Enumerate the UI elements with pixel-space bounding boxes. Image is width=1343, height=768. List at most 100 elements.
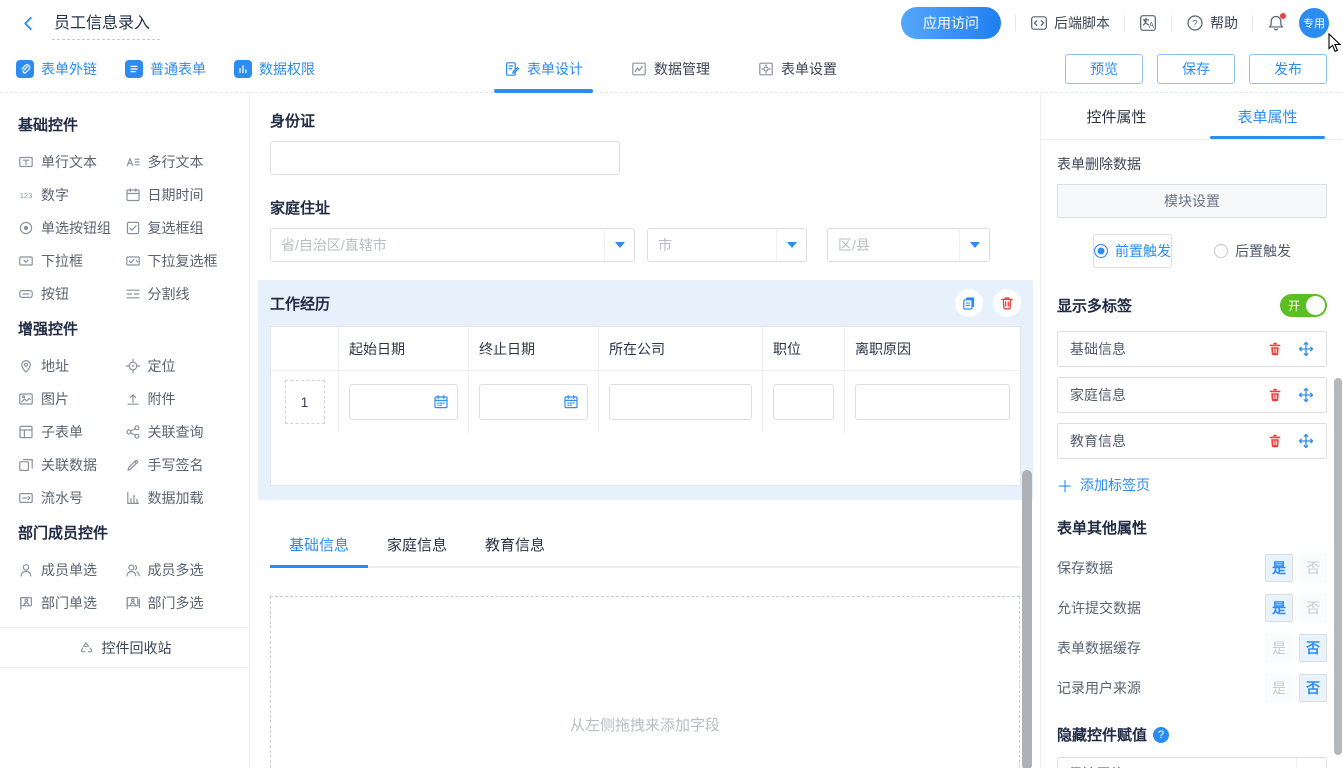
copy-button[interactable]	[955, 289, 983, 317]
widget-item-member-multi[interactable]: 成员多选	[125, 553, 232, 586]
radio-后置触发[interactable]: 后置触发	[1214, 234, 1291, 268]
help-question-icon[interactable]: ?	[1153, 727, 1169, 743]
form-external-link-button[interactable]: 表单外链	[16, 59, 97, 79]
move-icon[interactable]	[1298, 433, 1314, 449]
language-button[interactable]: A	[1139, 14, 1157, 32]
publish-button[interactable]: 发布	[1249, 54, 1327, 84]
tab-form-design[interactable]: 表单设计	[500, 46, 587, 93]
tab-config-item[interactable]: 基础信息	[1057, 331, 1327, 367]
sidebar-group-title: 基础控件	[18, 114, 231, 135]
yes-button[interactable]: 是	[1265, 674, 1293, 702]
delete-button[interactable]	[993, 289, 1021, 317]
hidden-assign-select[interactable]: 保持原值	[1057, 757, 1327, 768]
widget-item-datetime[interactable]: 日期时间	[125, 178, 232, 211]
widget-item-member-single[interactable]: 成员单选	[18, 553, 125, 586]
widget-item-locate[interactable]: 定位	[125, 349, 232, 382]
avatar[interactable]: 专用	[1299, 8, 1329, 38]
position-input[interactable]	[773, 384, 834, 420]
widget-item-dept-single[interactable]: 部门单选	[18, 586, 125, 619]
trash-icon[interactable]	[1267, 341, 1283, 357]
widget-item-dept-multi[interactable]: 部门多选	[125, 586, 232, 619]
widget-item-rel-data[interactable]: 关联数据	[18, 448, 125, 481]
notifications-button[interactable]	[1267, 14, 1285, 32]
no-button[interactable]: 否	[1299, 674, 1327, 702]
company-input[interactable]	[609, 384, 752, 420]
data-permission-button[interactable]: 数据权限	[234, 59, 315, 79]
id-card-input[interactable]	[270, 141, 620, 175]
widget-item-rel-query[interactable]: 关联查询	[125, 415, 232, 448]
tab-form-properties[interactable]: 表单属性	[1192, 94, 1343, 139]
no-button[interactable]: 否	[1299, 594, 1327, 622]
tab-form-settings[interactable]: 表单设置	[754, 46, 841, 93]
field-home-address[interactable]: 家庭住址 省/自治区/直辖市 市 区/县	[270, 197, 1020, 262]
no-button[interactable]: 否	[1299, 554, 1327, 582]
tab-data-management[interactable]: 数据管理	[627, 46, 714, 93]
no-button[interactable]: 否	[1299, 634, 1327, 662]
widget-item-address[interactable]: 地址	[18, 349, 125, 382]
province-select[interactable]: 省/自治区/直辖市	[270, 228, 635, 262]
widget-item-subform[interactable]: 子表单	[18, 415, 125, 448]
subform-header-row: 起始日期终止日期所在公司职位离职原因	[271, 327, 1020, 371]
tab-widget-properties[interactable]: 控件属性	[1041, 94, 1192, 139]
trash-icon[interactable]	[1267, 433, 1283, 449]
normal-form-button[interactable]: 普通表单	[125, 59, 206, 79]
city-select[interactable]: 市	[647, 228, 807, 262]
save-button[interactable]: 保存	[1157, 54, 1235, 84]
preview-button[interactable]: 预览	[1065, 54, 1143, 84]
yes-button[interactable]: 是	[1265, 594, 1293, 622]
widget-item-divider[interactable]: 分割线	[125, 277, 232, 310]
widget-item-signature[interactable]: 手写签名	[125, 448, 232, 481]
widget-item-serial[interactable]: 流水号	[18, 481, 125, 514]
property-row: 允许提交数据 是 否	[1057, 594, 1327, 622]
tab-config-item[interactable]: 家庭信息	[1057, 377, 1327, 413]
trash-icon[interactable]	[1267, 387, 1283, 403]
yes-button[interactable]: 是	[1265, 554, 1293, 582]
widget-recycle-bin[interactable]: 控件回收站	[0, 627, 249, 668]
subform-work-experience[interactable]: 工作经历 起始日期终止日期所在公司职位离职原因 1	[258, 280, 1033, 500]
yes-button[interactable]: 是	[1265, 634, 1293, 662]
column-header: 离职原因	[845, 327, 1020, 371]
drop-zone[interactable]: 从左侧拖拽来添加字段	[270, 596, 1020, 768]
district-select[interactable]: 区/县	[827, 228, 990, 262]
widget-item-data-load[interactable]: 数据加载	[125, 481, 232, 514]
backend-script-button[interactable]: 后端脚本	[1030, 13, 1110, 33]
widget-item-single-text[interactable]: 单行文本	[18, 145, 125, 178]
widget-sidebar: 基础控件单行文本多行文本123数字日期时间单选按钮组复选框组下拉框下拉复选框按钮…	[0, 94, 250, 768]
canvas-tab-家庭信息[interactable]: 家庭信息	[368, 524, 466, 566]
widget-item-radio[interactable]: 单选按钮组	[18, 211, 125, 244]
radio-前置触发[interactable]: 前置触发	[1093, 234, 1172, 268]
move-icon[interactable]	[1298, 387, 1314, 403]
multi-tab-toggle[interactable]: 开	[1280, 294, 1327, 317]
widget-item-checkbox[interactable]: 复选框组	[125, 211, 232, 244]
widget-item-number[interactable]: 123数字	[18, 178, 125, 211]
code-icon	[1030, 14, 1048, 32]
column-header-index	[271, 327, 339, 371]
widget-item-button[interactable]: 按钮	[18, 277, 125, 310]
widget-item-multi-text[interactable]: 多行文本	[125, 145, 232, 178]
start-date-input[interactable]	[349, 384, 458, 420]
widget-item-image[interactable]: 图片	[18, 382, 125, 415]
row-drag-handle[interactable]: 1	[285, 380, 325, 424]
widget-item-attachment[interactable]: 附件	[125, 382, 232, 415]
data-management-icon	[631, 61, 647, 77]
canvas-tab-基础信息[interactable]: 基础信息	[270, 524, 368, 566]
app-access-button[interactable]: 应用访问	[901, 7, 1001, 39]
canvas-scrollbar[interactable]	[1022, 470, 1032, 768]
end-date-input[interactable]	[479, 384, 588, 420]
module-settings-button[interactable]: 模块设置	[1057, 184, 1327, 218]
divider	[1015, 15, 1016, 31]
leave-reason-input[interactable]	[855, 384, 1010, 420]
widget-item-multi-select[interactable]: 下拉复选框	[125, 244, 232, 277]
widget-item-select[interactable]: 下拉框	[18, 244, 125, 277]
move-icon[interactable]	[1298, 341, 1314, 357]
add-tab-button[interactable]: ＋ 添加标签页	[1057, 473, 1327, 497]
back-icon[interactable]	[16, 11, 40, 35]
radio-icon	[1094, 244, 1108, 258]
tab-config-item[interactable]: 教育信息	[1057, 423, 1327, 459]
help-button[interactable]: ? 帮助	[1186, 13, 1238, 33]
page-title[interactable]: 员工信息录入	[52, 7, 160, 40]
panel-scrollbar[interactable]	[1334, 378, 1342, 755]
field-id-card[interactable]: 身份证	[270, 110, 1020, 175]
canvas-tab-教育信息[interactable]: 教育信息	[466, 524, 564, 566]
divider	[1171, 15, 1172, 31]
